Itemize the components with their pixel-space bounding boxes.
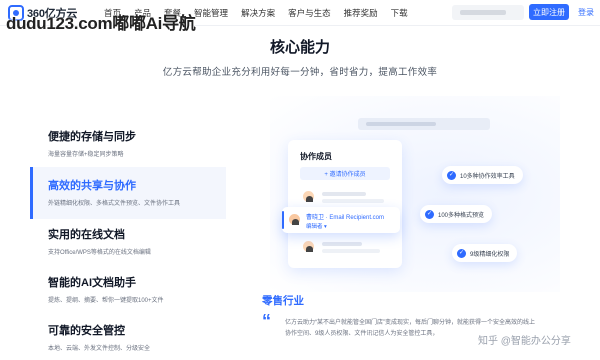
feature-chip: ✓ 100多种格式预览 xyxy=(420,205,493,223)
chip-label: 10多种协作效率工具 xyxy=(460,173,515,180)
placeholder-bar xyxy=(322,199,384,203)
industry-title: 零售行业 xyxy=(262,295,304,307)
register-button[interactable]: 立即注册 xyxy=(529,4,569,20)
feature-desc: 本地、云端、外发文件控制、分级安全 xyxy=(48,346,151,352)
check-icon: ✓ xyxy=(457,248,466,258)
member-role: 编辑者 ▾ xyxy=(306,224,327,230)
check-icon: ✓ xyxy=(447,170,456,180)
placeholder-bar xyxy=(322,249,380,253)
feature-desc: 海量容量存储+稳定同步策略 xyxy=(48,152,124,158)
member-row xyxy=(302,188,392,208)
feature-item-online-docs[interactable]: 实用的在线文档 支持Office/WPS等格式的在线文档编辑 xyxy=(30,216,226,268)
watermark-text: dudu123.com嘟嘟Ai导航 xyxy=(6,14,196,33)
feature-title: 实用的在线文档 xyxy=(48,229,125,241)
feature-title: 便捷的存储与同步 xyxy=(48,131,136,143)
feature-title: 高效的共享与协作 xyxy=(48,180,136,192)
panel-title: 协作成员 xyxy=(300,152,332,161)
feature-title: 可靠的安全管控 xyxy=(48,325,125,337)
feature-item-storage[interactable]: 便捷的存储与同步 海量容量存储+稳定同步策略 xyxy=(30,118,226,170)
blurred-text xyxy=(460,10,506,15)
nav-item-download[interactable]: 下载 xyxy=(391,7,408,19)
feature-chip: ✓ 10多种协作效率工具 xyxy=(442,166,523,184)
member-row xyxy=(302,238,392,258)
feature-desc: 外链精细化权限、多格式文件预览、文件协作工具 xyxy=(48,201,181,207)
nav-item-smart-management[interactable]: 智能管理 xyxy=(194,7,228,19)
placeholder-bar xyxy=(322,192,366,196)
nav-item-solutions[interactable]: 解决方案 xyxy=(241,7,275,19)
highlighted-member-card: 曹晓卫 · Email Recipient.com 编辑者 ▾ xyxy=(282,207,400,233)
feature-desc: 支持Office/WPS等格式的在线文档编辑 xyxy=(48,250,151,256)
feature-item-sharing[interactable]: 高效的共享与协作 外链精细化权限、多格式文件预览、文件协作工具 xyxy=(30,167,226,219)
avatar xyxy=(302,240,315,253)
section-title: 核心能力 xyxy=(269,39,330,56)
phone-number-field[interactable] xyxy=(452,5,524,20)
chip-label: 100多种格式预览 xyxy=(438,212,485,219)
nav-item-customers[interactable]: 客户与生态 xyxy=(288,7,331,19)
nav-item-referral[interactable]: 推荐奖励 xyxy=(344,7,378,19)
document-toolbar-graphic xyxy=(358,118,490,130)
quote-icon: “ xyxy=(262,311,271,331)
member-name: 曹晓卫 · Email Recipient.com xyxy=(306,215,385,221)
feature-item-ai-assistant[interactable]: 智能的AI文档助手 提炼、提纲、摘要、帮你一键提取100+文件 xyxy=(30,264,226,316)
feature-desc: 提炼、提纲、摘要、帮你一键提取100+文件 xyxy=(48,298,164,304)
section-subtitle: 亿方云帮助企业充分利用好每一分钟，省时省力，提高工作效率 xyxy=(162,67,438,78)
placeholder-bar xyxy=(322,242,362,246)
chip-label: 9级精细化权限 xyxy=(470,251,510,258)
avatar xyxy=(302,190,315,203)
feature-title: 智能的AI文档助手 xyxy=(48,277,136,289)
login-link[interactable]: 登录 xyxy=(578,7,594,18)
feature-item-security[interactable]: 可靠的安全管控 本地、云端、外发文件控制、分级安全 xyxy=(30,312,226,360)
invite-member-button: + 邀请协作成员 xyxy=(300,167,390,180)
feature-chip: ✓ 9级精细化权限 xyxy=(452,244,518,262)
avatar xyxy=(288,213,301,226)
collaborators-panel: 协作成员 + 邀请协作成员 xyxy=(288,140,402,268)
check-icon: ✓ xyxy=(425,209,434,219)
source-watermark: 知乎 @智能办公分享 xyxy=(478,336,571,347)
